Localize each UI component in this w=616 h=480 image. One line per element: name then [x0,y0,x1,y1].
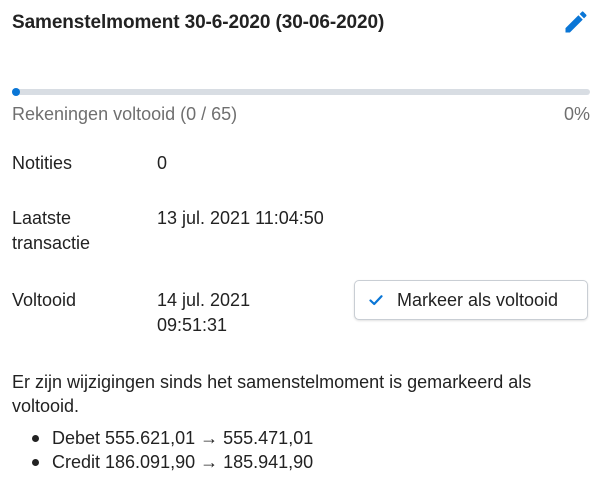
changes-message: Er zijn wijzigingen sinds het samenstelm… [12,372,532,416]
mark-complete-button[interactable]: Markeer als voltooid [354,280,588,320]
list-item: Debet 555.621,01 → 555.471,01 [12,426,313,450]
completed-time: 09:51:31 [157,315,228,335]
completed-value: 14 jul. 2021 09:51:31 [157,288,347,338]
last-transaction-value: 13 jul. 2021 11:04:50 [157,208,324,228]
progress-percent: 0% [563,104,590,124]
edit-button[interactable] [560,8,592,40]
closing-moment-card: Samenstelmoment 30-6-2020 (30-06-2020) R… [0,0,616,480]
last-transaction-label: Laatste transactie [12,206,132,256]
notes-value: 0 [157,153,168,173]
change-credit: Credit 186.091,90 → 185.941,90 [52,452,314,472]
accounts-progress-bar [12,88,590,96]
pencil-icon [562,8,590,41]
progress-label: Rekeningen voltooid (0 / 65) [12,104,238,124]
changes-list: Debet 555.621,01 → 555.471,01 Credit 186… [12,426,313,474]
completed-date: 14 jul. 2021 [157,290,251,310]
progress-fill [12,88,20,96]
notes-label: Notities [12,153,73,173]
checkmark-icon [367,291,385,309]
page-title: Samenstelmoment 30-6-2020 (30-06-2020) [12,12,385,33]
mark-complete-label: Markeer als voltooid [397,289,559,310]
change-debit: Debet 555.621,01 → 555.471,01 [52,428,314,448]
bullet [32,435,39,442]
last-transaction-label-line2: transactie [12,233,91,253]
completed-label: Voltooid [12,290,77,310]
list-item: Credit 186.091,90 → 185.941,90 [12,450,313,474]
last-transaction-label-line1: Laatste [12,208,72,228]
bullet [32,459,39,466]
